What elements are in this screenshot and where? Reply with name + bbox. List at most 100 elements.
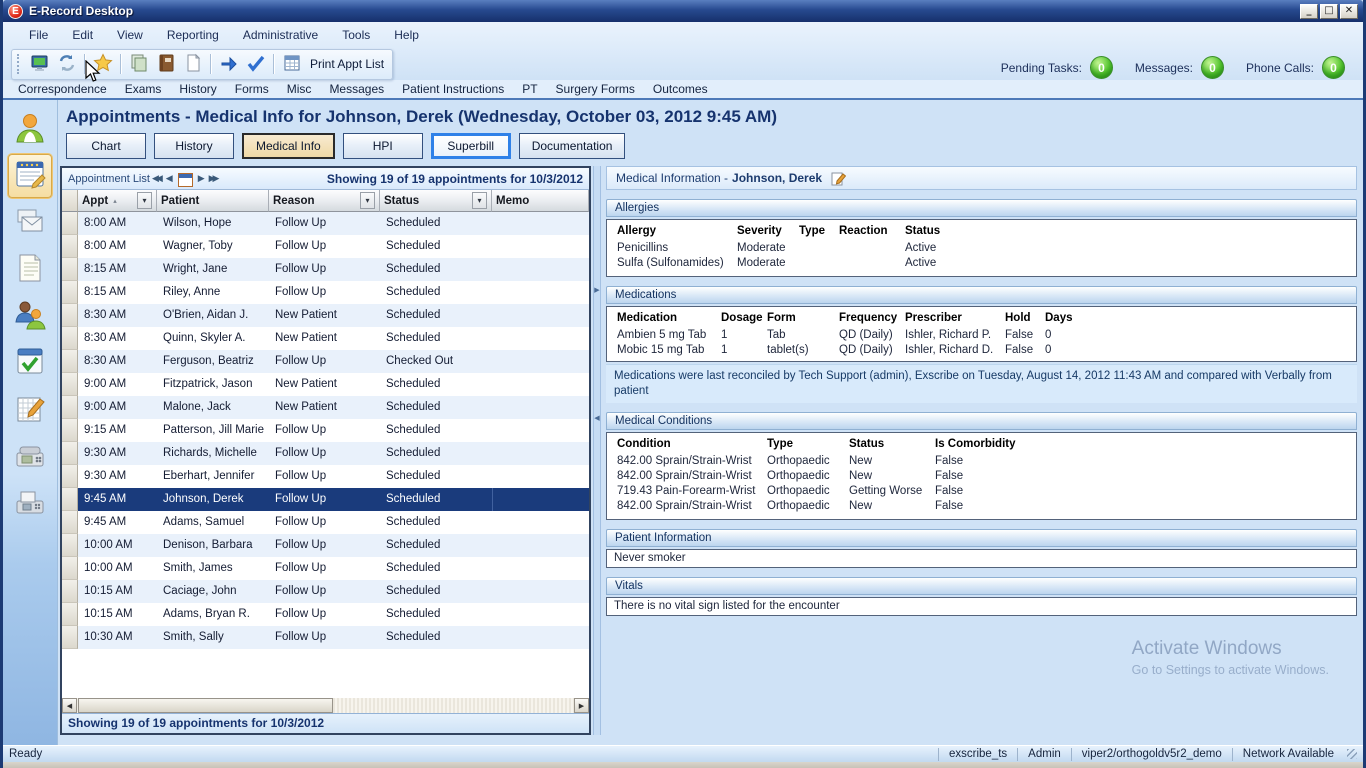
filter-dropdown-appt[interactable]: ▾ xyxy=(137,192,152,209)
appointment-row[interactable]: 9:30 AMEberhart, JenniferFollow UpSchedu… xyxy=(62,465,589,488)
row-selector[interactable] xyxy=(62,327,78,350)
row-selector[interactable] xyxy=(62,511,78,534)
panel-splitter[interactable]: ▶ ◀ xyxy=(593,166,601,735)
row-selector[interactable] xyxy=(62,465,78,488)
conditions-section-header[interactable]: Medical Conditions xyxy=(606,412,1357,430)
toolbar-approve-button[interactable] xyxy=(242,52,269,77)
row-selector[interactable] xyxy=(62,258,78,281)
row-selector[interactable] xyxy=(62,626,78,649)
column-header-appt[interactable]: Appt▴▾ xyxy=(78,190,157,212)
print-appt-list-label[interactable]: Print Appt List xyxy=(310,57,384,71)
tab-forms[interactable]: Forms xyxy=(226,82,278,96)
appointment-row[interactable]: 8:15 AMWright, JaneFollow UpScheduled xyxy=(62,258,589,281)
menu-edit[interactable]: Edit xyxy=(60,25,105,45)
view-button-hpi[interactable]: HPI xyxy=(343,133,423,159)
row-selector[interactable] xyxy=(62,350,78,373)
appointment-row[interactable]: 9:15 AMPatterson, Jill MarieFollow UpSch… xyxy=(62,419,589,442)
row-selector-header[interactable] xyxy=(62,190,78,212)
toolbar-drag-handle[interactable] xyxy=(17,54,21,74)
row-selector[interactable] xyxy=(62,281,78,304)
tab-patient-instructions[interactable]: Patient Instructions xyxy=(393,82,513,96)
menu-reporting[interactable]: Reporting xyxy=(155,25,231,45)
row-selector[interactable] xyxy=(62,580,78,603)
column-header-memo[interactable]: Memo xyxy=(492,190,589,212)
toolbar-desktop-button[interactable] xyxy=(26,52,53,77)
appointment-row[interactable]: 8:15 AMRiley, AnneFollow UpScheduled xyxy=(62,281,589,304)
row-selector[interactable] xyxy=(62,603,78,626)
column-header-reason[interactable]: Reason▾ xyxy=(269,190,380,212)
row-selector[interactable] xyxy=(62,212,78,235)
appointment-row[interactable]: 8:30 AMO'Brien, Aidan J.New PatientSched… xyxy=(62,304,589,327)
sidebar-item-patients[interactable] xyxy=(8,295,52,339)
edit-medical-info-icon[interactable] xyxy=(831,171,846,186)
maximize-button[interactable]: □ xyxy=(1320,4,1338,19)
scroll-left-button[interactable]: ◀ xyxy=(62,698,77,713)
tab-misc[interactable]: Misc xyxy=(278,82,321,96)
tab-exams[interactable]: Exams xyxy=(116,82,171,96)
toolbar-copy-button[interactable] xyxy=(125,52,152,77)
patient-information-section-header[interactable]: Patient Information xyxy=(606,529,1357,547)
vitals-section-header[interactable]: Vitals xyxy=(606,577,1357,595)
tab-history[interactable]: History xyxy=(170,82,225,96)
view-button-history[interactable]: History xyxy=(154,133,234,159)
sidebar-item-schedule[interactable] xyxy=(8,389,52,433)
previous-day-button[interactable]: ◀ xyxy=(166,173,173,184)
appointment-row[interactable]: 8:00 AMWagner, TobyFollow UpScheduled xyxy=(62,235,589,258)
filter-dropdown-status[interactable]: ▾ xyxy=(472,192,487,209)
sidebar-item-notes[interactable] xyxy=(8,248,52,292)
row-selector[interactable] xyxy=(62,304,78,327)
row-selector[interactable] xyxy=(62,419,78,442)
horizontal-scrollbar[interactable]: ◀ ▶ xyxy=(62,698,589,713)
appointment-row[interactable]: 10:15 AMAdams, Bryan R.Follow UpSchedule… xyxy=(62,603,589,626)
menu-file[interactable]: File xyxy=(17,25,60,45)
sidebar-item-tasks[interactable] xyxy=(8,342,52,386)
resize-grip[interactable] xyxy=(1347,749,1357,759)
menu-help[interactable]: Help xyxy=(382,25,431,45)
view-button-medical-info[interactable]: Medical Info xyxy=(242,133,335,159)
toolbar-refresh-button[interactable] xyxy=(53,52,80,77)
row-selector[interactable] xyxy=(62,488,78,511)
row-selector[interactable] xyxy=(62,442,78,465)
sidebar-item-fax[interactable] xyxy=(8,483,52,527)
appointment-row[interactable]: 8:00 AMWilson, HopeFollow UpScheduled xyxy=(62,212,589,235)
filter-dropdown-reason[interactable]: ▾ xyxy=(360,192,375,209)
column-header-status[interactable]: Status▾ xyxy=(380,190,492,212)
medications-section-header[interactable]: Medications xyxy=(606,286,1357,304)
tab-pt[interactable]: PT xyxy=(513,82,546,96)
view-button-superbill[interactable]: Superbill xyxy=(431,133,511,159)
appointment-row[interactable]: 10:00 AMDenison, BarbaraFollow UpSchedul… xyxy=(62,534,589,557)
toolbar-favorites-button[interactable] xyxy=(89,52,116,77)
menu-tools[interactable]: Tools xyxy=(330,25,382,45)
appointment-row[interactable]: 9:45 AMJohnson, DerekFollow UpScheduled xyxy=(62,488,589,511)
tab-surgery-forms[interactable]: Surgery Forms xyxy=(547,82,644,96)
menu-view[interactable]: View xyxy=(105,25,155,45)
row-selector[interactable] xyxy=(62,235,78,258)
row-selector[interactable] xyxy=(62,534,78,557)
tab-correspondence[interactable]: Correspondence xyxy=(9,82,116,96)
appointment-row[interactable]: 9:45 AMAdams, SamuelFollow UpScheduled xyxy=(62,511,589,534)
next-day-button[interactable]: ▶ xyxy=(198,173,205,184)
appointment-row[interactable]: 8:30 AMFerguson, BeatrizFollow UpChecked… xyxy=(62,350,589,373)
sidebar-item-phone[interactable] xyxy=(8,436,52,480)
scrollbar-thumb[interactable] xyxy=(78,698,333,713)
appointment-row[interactable]: 10:15 AMCaciage, JohnFollow UpScheduled xyxy=(62,580,589,603)
first-day-button[interactable]: ◀◀ xyxy=(152,173,160,184)
sidebar-item-patient[interactable] xyxy=(8,107,52,151)
appointment-row[interactable]: 10:00 AMSmith, JamesFollow UpScheduled xyxy=(62,557,589,580)
view-button-chart[interactable]: Chart xyxy=(66,133,146,159)
toolbar-new-note-button[interactable] xyxy=(179,52,206,77)
column-header-patient[interactable]: Patient xyxy=(157,190,269,212)
sidebar-item-correspondence[interactable] xyxy=(8,201,52,245)
scrollbar-track[interactable] xyxy=(333,698,574,713)
toolbar-address-book-button[interactable] xyxy=(152,52,179,77)
tab-outcomes[interactable]: Outcomes xyxy=(644,82,717,96)
close-button[interactable]: ✕ xyxy=(1340,4,1358,19)
row-selector[interactable] xyxy=(62,373,78,396)
appointment-row[interactable]: 9:00 AMFitzpatrick, JasonNew PatientSche… xyxy=(62,373,589,396)
appointment-row[interactable]: 8:30 AMQuinn, Skyler A.New PatientSchedu… xyxy=(62,327,589,350)
appointment-row[interactable]: 9:30 AMRichards, MichelleFollow UpSchedu… xyxy=(62,442,589,465)
print-appt-list-button[interactable] xyxy=(278,52,305,77)
appointment-row[interactable]: 9:00 AMMalone, JackNew PatientScheduled xyxy=(62,396,589,419)
tab-messages[interactable]: Messages xyxy=(320,82,393,96)
row-selector[interactable] xyxy=(62,396,78,419)
